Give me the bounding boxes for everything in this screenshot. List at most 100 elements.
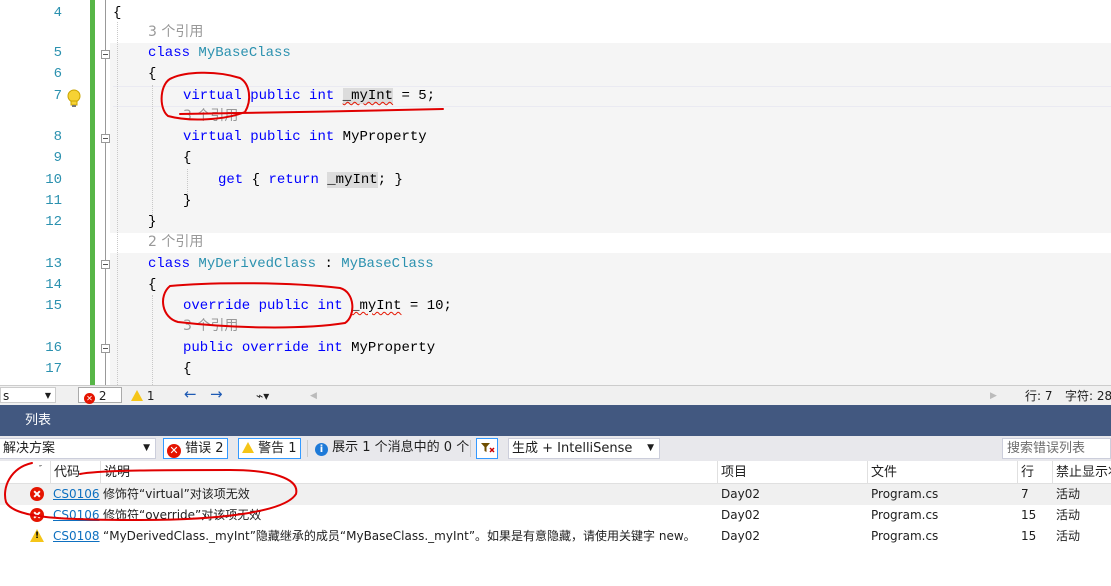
code-text: ; } bbox=[377, 172, 403, 188]
lightbulb-icon[interactable] bbox=[66, 89, 82, 109]
codelens-references[interactable]: 3 个引用 bbox=[183, 316, 238, 337]
codelens-references[interactable]: 3 个引用 bbox=[183, 106, 238, 127]
codelens[interactable]: 3 个引用 bbox=[0, 106, 1111, 127]
sort-icon: ″ bbox=[39, 464, 42, 473]
error-list-title[interactable]: 列表 bbox=[0, 405, 1111, 436]
search-error-list-input[interactable]: 搜索错误列表 bbox=[1002, 438, 1111, 459]
code-text: : bbox=[316, 256, 342, 272]
code-line: 6 { bbox=[0, 64, 1111, 85]
keyword: int bbox=[309, 129, 335, 145]
line-number: 10 bbox=[45, 172, 62, 188]
scope-dropdown[interactable]: 解决方案 ▼ bbox=[0, 438, 156, 459]
column-severity[interactable]: ″ bbox=[0, 461, 50, 484]
warning-icon bbox=[30, 526, 44, 547]
member-combo[interactable]: s ▼ bbox=[0, 387, 56, 403]
code-text: { bbox=[148, 277, 157, 293]
keyword: virtual bbox=[183, 129, 242, 145]
codelens[interactable]: 2 个引用 bbox=[0, 232, 1111, 253]
chevron-down-icon: ▼ bbox=[143, 443, 150, 453]
error-project: Day02 bbox=[721, 487, 760, 501]
identifier: _myInt bbox=[327, 172, 378, 188]
error-project: Day02 bbox=[721, 508, 760, 522]
build-source-dropdown[interactable]: 生成 + IntelliSense ▼ bbox=[508, 438, 660, 459]
filter-icon[interactable] bbox=[476, 438, 498, 459]
column-code[interactable]: 代码 bbox=[50, 461, 100, 484]
messages-filter-button[interactable]: i 展示 1 个消息中的 0 个 bbox=[315, 438, 469, 459]
warning-line: 15 bbox=[1021, 529, 1037, 543]
line-number: 11 bbox=[45, 193, 62, 209]
scroll-right-icon[interactable]: ▶ bbox=[990, 388, 997, 404]
code-editor[interactable]: 4 { 3 个引用 5 class MyBaseClass 6 { 7 virt… bbox=[0, 0, 1111, 385]
char-indicator: 字符: 28 bbox=[1065, 389, 1111, 403]
warnings-filter-button[interactable]: 警告 1 bbox=[238, 438, 301, 459]
codelens[interactable]: 3 个引用 bbox=[0, 316, 1111, 337]
code-line: 16 public override int MyProperty bbox=[0, 338, 1111, 359]
codelens-references[interactable]: 2 个引用 bbox=[148, 232, 203, 253]
code-line: 8 virtual public int MyProperty bbox=[0, 127, 1111, 148]
brush-icon[interactable]: ⌁▾ bbox=[256, 388, 269, 404]
warning-project: Day02 bbox=[721, 529, 760, 543]
line-number: 4 bbox=[53, 5, 62, 21]
chevron-down-icon: ▼ bbox=[647, 443, 654, 453]
error-icon bbox=[30, 505, 44, 526]
keyword: override bbox=[241, 340, 310, 356]
column-line[interactable]: 行 bbox=[1017, 461, 1052, 484]
code-line: 5 class MyBaseClass bbox=[0, 43, 1111, 64]
error-code-link[interactable]: CS0106 bbox=[53, 505, 100, 526]
code-text: = 5; bbox=[393, 88, 436, 104]
errors-filter-button[interactable]: ✕ 错误 2 bbox=[163, 438, 228, 459]
codelens[interactable]: 3 个引用 bbox=[0, 22, 1111, 43]
table-row[interactable]: CS0106 修饰符“virtual”对该项无效 Day02 Program.c… bbox=[0, 484, 1111, 505]
warning-state: 活动 bbox=[1056, 529, 1081, 543]
code-text: { bbox=[148, 66, 157, 82]
identifier: MyProperty bbox=[351, 340, 436, 356]
warning-code-link[interactable]: CS0108 bbox=[53, 526, 100, 547]
codelens-references[interactable]: 3 个引用 bbox=[148, 22, 203, 43]
keyword: override bbox=[183, 298, 251, 314]
warning-count-indicator[interactable]: 1 bbox=[131, 388, 154, 404]
line-number: 7 bbox=[53, 88, 62, 104]
table-row[interactable]: CS0108 “MyDerivedClass._myInt”隐藏继承的成员“My… bbox=[0, 526, 1111, 547]
navigate-forward-icon[interactable]: → bbox=[210, 386, 223, 402]
table-row[interactable]: CS0106 修饰符“override”对该项无效 Day02 Program.… bbox=[0, 505, 1111, 526]
keyword: int bbox=[309, 88, 335, 104]
scroll-left-icon[interactable]: ◀ bbox=[310, 388, 317, 404]
editor-status-strip: s ▼ ✕ 2 1 ← → ⌁▾ ◀ ▶ 行: 7 字符: 28 bbox=[0, 385, 1111, 405]
error-file: Program.cs bbox=[871, 487, 939, 501]
line-number: 16 bbox=[45, 340, 62, 356]
code-line: 14 { bbox=[0, 275, 1111, 296]
chevron-down-icon: ▼ bbox=[44, 391, 51, 400]
line-number: 5 bbox=[53, 45, 62, 61]
toolbar-separator bbox=[470, 440, 471, 457]
error-code-link[interactable]: CS0106 bbox=[53, 484, 100, 505]
code-line: 11 } bbox=[0, 191, 1111, 212]
line-number: 6 bbox=[53, 66, 62, 82]
keyword: class bbox=[148, 45, 191, 61]
toolbar-separator bbox=[307, 440, 308, 457]
error-icon: ✕ bbox=[84, 393, 95, 404]
keyword: return bbox=[268, 172, 319, 188]
line-number: 15 bbox=[45, 298, 62, 314]
keyword: virtual bbox=[183, 88, 242, 104]
error-line: 15 bbox=[1021, 508, 1037, 522]
keyword: get bbox=[218, 172, 244, 188]
navigate-back-icon[interactable]: ← bbox=[184, 386, 197, 402]
code-text: { bbox=[183, 150, 192, 166]
error-count-indicator[interactable]: ✕ 2 bbox=[78, 387, 122, 404]
line-number: 8 bbox=[53, 129, 62, 145]
column-project[interactable]: 项目 bbox=[717, 461, 867, 484]
identifier: _myInt bbox=[351, 298, 402, 314]
column-description[interactable]: 说明 bbox=[100, 461, 717, 484]
keyword: public bbox=[258, 298, 310, 314]
column-suppression[interactable]: 禁止显示状态 bbox=[1052, 461, 1111, 484]
code-text: { bbox=[243, 172, 269, 188]
code-text: { bbox=[183, 361, 192, 377]
column-file[interactable]: 文件 bbox=[867, 461, 1017, 484]
build-source-label: 生成 + IntelliSense bbox=[512, 441, 633, 456]
code-line: 12 } bbox=[0, 212, 1111, 233]
code-line: 7 virtual public int _myInt = 5; bbox=[0, 86, 1111, 107]
line-number: 9 bbox=[53, 150, 62, 166]
keyword: int bbox=[317, 298, 343, 314]
code-line: 15 override public int _myInt = 10; bbox=[0, 296, 1111, 317]
line-number: 13 bbox=[45, 256, 62, 272]
